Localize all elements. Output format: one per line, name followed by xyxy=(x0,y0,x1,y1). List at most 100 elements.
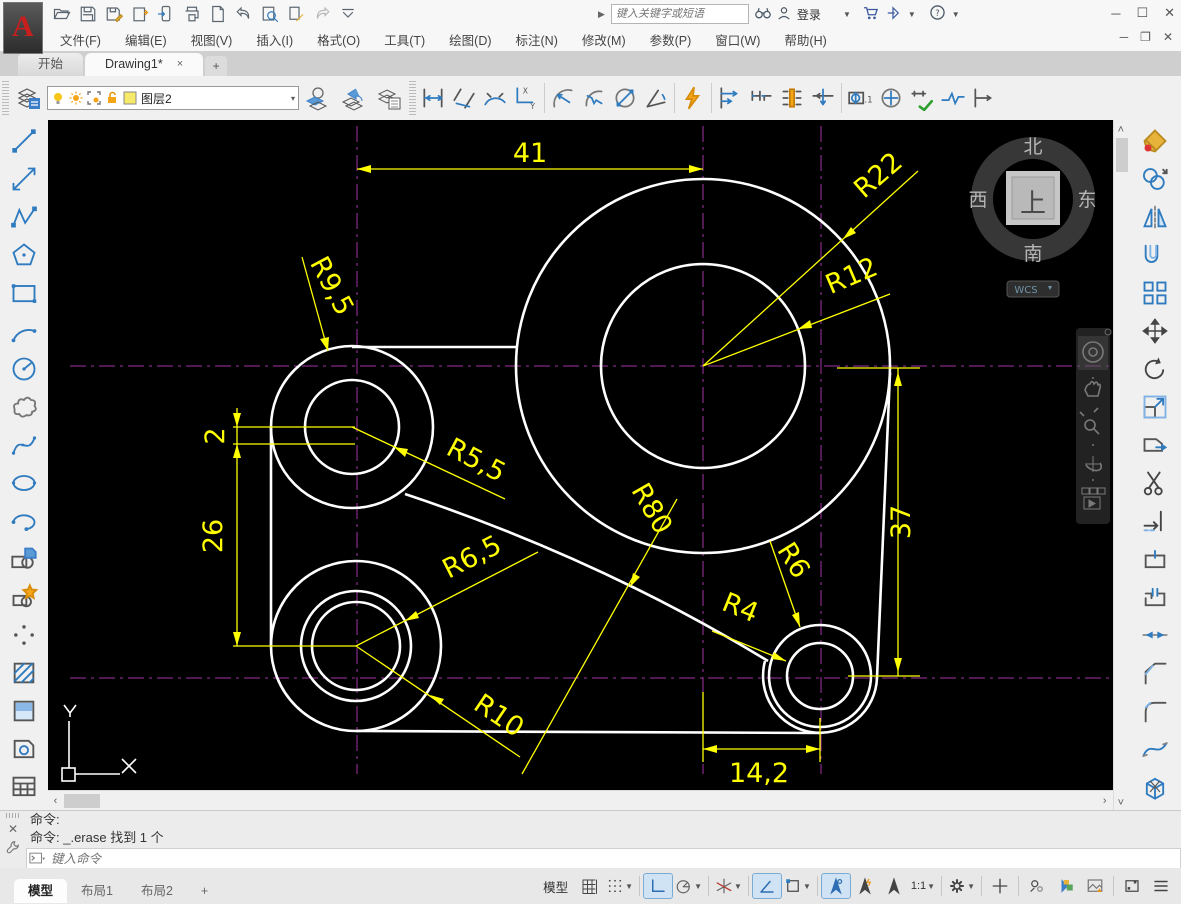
navigation-bar[interactable] xyxy=(1076,328,1111,524)
modify-copy-button[interactable] xyxy=(1137,160,1173,198)
help-caret-icon[interactable]: ▼ xyxy=(952,10,960,19)
viewcube[interactable]: 上 北 南 西 东 WCS xyxy=(968,136,1096,297)
draw-arc-button[interactable] xyxy=(6,312,42,350)
status-polar-tracking-button[interactable]: ▼ xyxy=(673,874,704,898)
draw-ellipse-button[interactable] xyxy=(6,464,42,502)
menu-6[interactable]: 绘图(D) xyxy=(437,28,503,51)
command-input[interactable] xyxy=(49,851,1180,867)
tab-start[interactable]: 开始 xyxy=(18,53,83,76)
horizontal-scrollbar[interactable]: ‹ › xyxy=(48,790,1113,810)
tab-layout2[interactable]: 布局2 xyxy=(127,879,187,903)
help-icon[interactable]: ? xyxy=(930,5,945,23)
vertical-scrollbar[interactable]: ˄ ˅ xyxy=(1113,120,1130,810)
modify-extend-button[interactable] xyxy=(1137,502,1173,540)
add-layout-button[interactable]: + xyxy=(187,879,222,903)
login-label[interactable]: 登录 xyxy=(797,6,821,23)
draw-hatch-button[interactable] xyxy=(6,654,42,692)
vertical-scroll-thumb[interactable] xyxy=(1116,138,1128,172)
status-crosshair-toggle-button[interactable] xyxy=(986,874,1014,898)
status-isometric-drafting-button[interactable]: ▼ xyxy=(713,874,744,898)
status-customization-menu-button[interactable] xyxy=(1147,874,1175,898)
modify-rotate-button[interactable] xyxy=(1137,350,1173,388)
draw-ellarc-button[interactable] xyxy=(6,502,42,540)
draw-mkblock-button[interactable] xyxy=(6,578,42,616)
modify-breakpt-button[interactable] xyxy=(1137,540,1173,578)
qat-print-button[interactable] xyxy=(180,3,204,25)
doc-minimize-button[interactable]: ─ xyxy=(1120,30,1129,44)
draw-circle-button[interactable] xyxy=(6,350,42,388)
modify-chamfer-button[interactable] xyxy=(1137,654,1173,692)
qat-undo-button[interactable] xyxy=(232,3,256,25)
draw-table-button[interactable] xyxy=(6,768,42,806)
layer-dropdown-caret-icon[interactable]: ▾ xyxy=(291,94,295,103)
viewcube-north[interactable]: 北 xyxy=(1023,136,1042,158)
menu-0[interactable]: 文件(F) xyxy=(48,28,113,51)
dim-angular-button[interactable] xyxy=(641,81,671,115)
scroll-left-icon[interactable]: ‹ xyxy=(54,791,58,811)
dim-dimbreak-button[interactable] xyxy=(808,81,838,115)
status-isolate-objects-button[interactable] xyxy=(1023,874,1051,898)
status-annotation-visibility-button[interactable] xyxy=(822,874,850,898)
draw-region-button[interactable] xyxy=(6,730,42,768)
status-snap-mode-button[interactable]: ▼ xyxy=(604,874,635,898)
share-icon[interactable] xyxy=(885,6,901,23)
doc-close-button[interactable]: ✕ xyxy=(1163,30,1173,44)
user-icon[interactable] xyxy=(777,6,791,23)
menu-2[interactable]: 视图(V) xyxy=(179,28,245,51)
menu-9[interactable]: 参数(P) xyxy=(638,28,704,51)
status-annotation-autoscale-button[interactable] xyxy=(851,874,879,898)
tab-model[interactable]: 模型 xyxy=(14,879,67,903)
dim-radius-button[interactable] xyxy=(548,81,578,115)
viewcube-west[interactable]: 西 xyxy=(968,189,987,211)
dim-qdim-button[interactable] xyxy=(678,81,708,115)
draw-polygon-button[interactable] xyxy=(6,236,42,274)
dim-baseline-button[interactable] xyxy=(715,81,745,115)
status-ortho-mode-button[interactable] xyxy=(644,874,672,898)
draw-insblock-button[interactable] xyxy=(6,540,42,578)
scroll-down-icon[interactable]: ˅ xyxy=(1118,796,1124,810)
dim-ordinate-button[interactable]: XY xyxy=(511,81,541,115)
modify-fillet-button[interactable] xyxy=(1137,692,1173,730)
wcs-button[interactable]: WCS xyxy=(1007,281,1059,297)
dim-jogged-button[interactable] xyxy=(579,81,609,115)
status-workspace-switching-button[interactable]: ▼ xyxy=(946,874,977,898)
tab-drawing1[interactable]: Drawing1* × xyxy=(85,53,203,76)
minimize-button[interactable]: ─ xyxy=(1111,6,1120,21)
viewcube-east[interactable]: 东 xyxy=(1077,189,1096,211)
modify-stretch-button[interactable] xyxy=(1137,426,1173,464)
dim-jogline-button[interactable] xyxy=(938,81,968,115)
new-tab-button[interactable]: + xyxy=(205,56,227,76)
dim-dimspace-button[interactable] xyxy=(777,81,807,115)
layer-properties-button[interactable] xyxy=(11,81,47,115)
modify-offset-button[interactable] xyxy=(1137,236,1173,274)
modify-scale-button[interactable] xyxy=(1137,388,1173,426)
share-caret-icon[interactable]: ▼ xyxy=(908,10,916,19)
dim-diameter-button[interactable] xyxy=(610,81,640,115)
command-close-icon[interactable]: ✕ xyxy=(8,822,18,836)
scroll-up-icon[interactable]: ˄ xyxy=(1118,120,1124,140)
status-hardware-acceleration-button[interactable] xyxy=(1052,874,1080,898)
menu-1[interactable]: 编辑(E) xyxy=(113,28,179,51)
dim-endmark-button[interactable] xyxy=(969,81,999,115)
draw-revcloud-button[interactable] xyxy=(6,388,42,426)
viewcube-south[interactable]: 南 xyxy=(1023,243,1042,265)
tab-layout1[interactable]: 布局1 xyxy=(67,879,127,903)
status-object-snap-button[interactable]: ▼ xyxy=(782,874,813,898)
dim-centermark-button[interactable] xyxy=(876,81,906,115)
make-object-layer-current-button[interactable] xyxy=(299,81,335,115)
qat-overflow-button[interactable] xyxy=(336,3,360,25)
dim-dimaligned-button[interactable] xyxy=(449,81,479,115)
dim-continue-button[interactable] xyxy=(746,81,776,115)
menu-7[interactable]: 标注(N) xyxy=(504,28,570,51)
toolbar-grip[interactable] xyxy=(409,81,416,115)
command-wrench-icon[interactable] xyxy=(6,840,20,854)
status-object-snap-tracking-button[interactable] xyxy=(753,874,781,898)
modify-array-button[interactable] xyxy=(1137,274,1173,312)
tab-close-icon[interactable]: × xyxy=(177,53,183,76)
dim-dimlinear-button[interactable] xyxy=(418,81,448,115)
qat-save-button[interactable] xyxy=(76,3,100,25)
qat-preview-button[interactable] xyxy=(258,3,282,25)
search-input[interactable] xyxy=(611,4,749,24)
menu-4[interactable]: 格式(O) xyxy=(305,28,372,51)
qat-saveas-button[interactable] xyxy=(102,3,126,25)
